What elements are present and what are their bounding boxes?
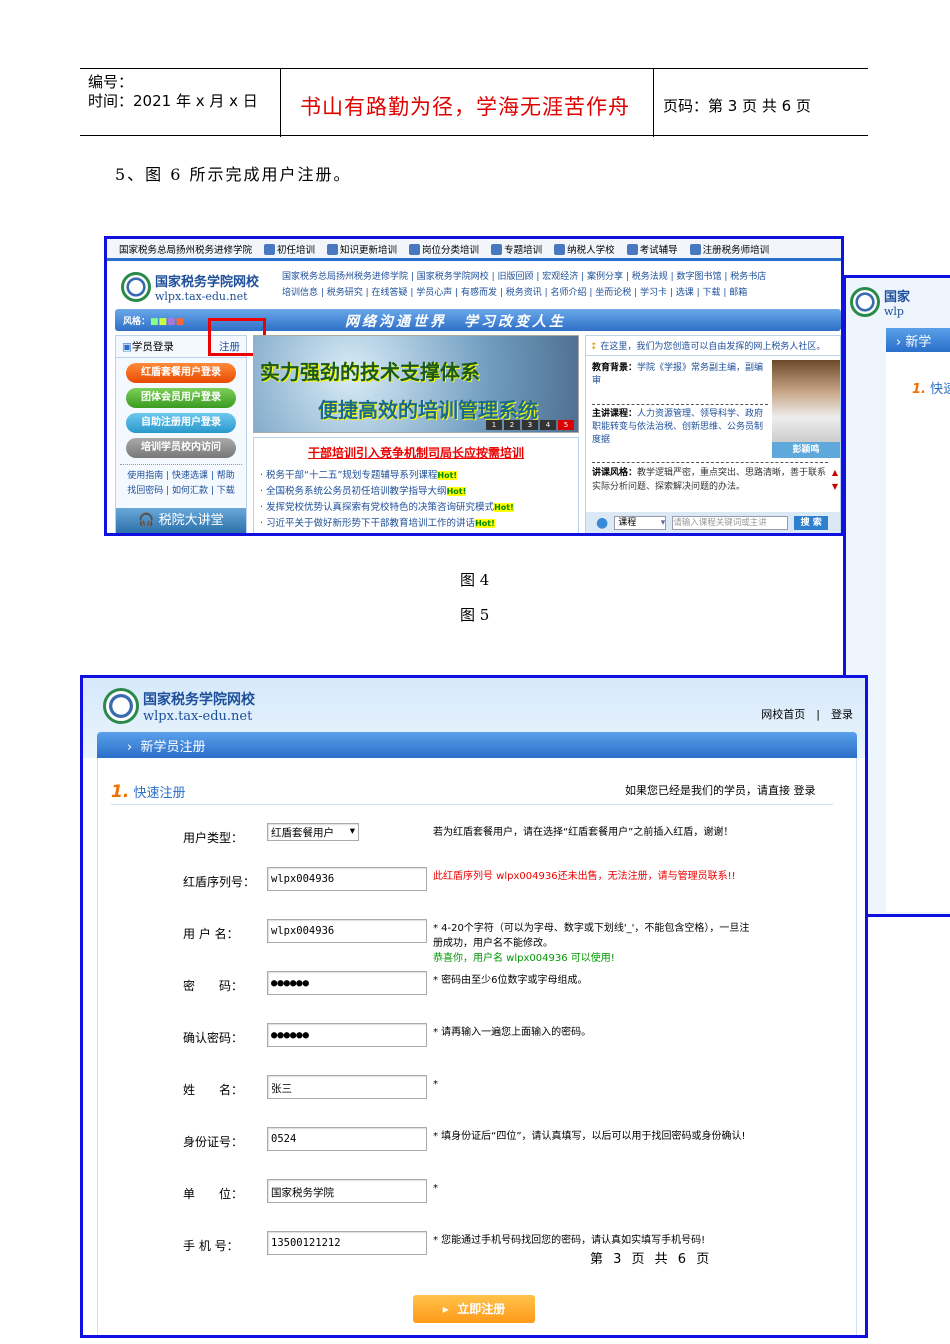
user-icon: ● <box>596 515 609 531</box>
site-links[interactable]: 国家税务总局扬州税务进修学院 | 国家税务学院网校 | 旧版回顾 | 宏观经济 … <box>282 269 766 301</box>
scroll-arrows-icon[interactable]: ▲ ▼ <box>832 466 838 494</box>
nav-item[interactable]: 国家税务总局扬州税务进修学院 <box>119 242 252 256</box>
community-notice: ↕ 在这里，我们为您创造可以自由发挥的网上税务人社区。 <box>586 336 840 356</box>
search-bar: ● 课程 ▾ 请输入课程关键词或主讲 搜 索 <box>586 512 840 533</box>
already-member-text[interactable]: 如果您已经是我们的学员，请直接 登录 <box>625 782 816 798</box>
school-icon <box>554 243 566 255</box>
logo: 国家 wlp <box>850 286 910 318</box>
username-input[interactable]: wlpx004936 <box>267 919 427 943</box>
play-icon: ▸ <box>442 1302 449 1316</box>
seal-icon <box>121 272 151 302</box>
nav-item[interactable]: 岗位分类培训 <box>409 242 479 256</box>
help-links[interactable]: 找回密码 | 如何汇款 | 下载 <box>120 484 242 499</box>
logo-url: wlp <box>884 305 904 318</box>
nav-item[interactable]: 注册税务师培训 <box>689 242 769 256</box>
people-icon <box>409 243 421 255</box>
home-link[interactable]: 网校首页 <box>761 708 805 721</box>
instruction-paragraph: 5、图 6 所示完成用户注册。 <box>115 165 352 184</box>
caption-figure-5: 图 5 <box>460 606 490 624</box>
id-number-input[interactable]: 0524 <box>267 1127 427 1151</box>
chat-icon <box>626 243 638 255</box>
book-icon <box>264 243 276 255</box>
slide-pager: 12345 <box>486 420 574 430</box>
banner-slide[interactable]: 实力强劲的技术支撑体系 便捷高效的培训管理系统 12345 <box>253 335 579 433</box>
divider <box>111 804 833 805</box>
help-links[interactable]: 使用指南 | 快速选课 | 帮助 <box>120 469 242 484</box>
login-panel: ▣学员登录 注册 红盾套餐用户登录 团体会员用户登录 自助注册用户登录 培训学员校… <box>115 335 247 533</box>
figure-6-screenshot: 国家税务学院网校 wlpx.tax-edu.net 网校首页 | 登录 › 新学员… <box>80 675 868 1338</box>
caption-figure-4: 图 4 <box>460 571 490 589</box>
name-input[interactable]: 张三 <box>267 1075 427 1099</box>
nav-item[interactable]: 专题培训 <box>491 242 542 256</box>
seal-icon <box>850 287 880 317</box>
confirm-password-input[interactable]: ●●●●●● <box>267 1023 427 1047</box>
campus-access-button[interactable]: 培训学员校内访问 <box>126 438 236 458</box>
mobile-input[interactable]: 13500121212 <box>267 1231 427 1255</box>
book-icon <box>327 243 339 255</box>
slogan: 网络沟通世界 学习改变人生 <box>345 314 566 330</box>
teacher-name[interactable]: 彭颖鸣 <box>772 442 840 458</box>
quick-register: 1. 快速 <box>912 382 950 397</box>
success-message: 恭喜你，用户名 wlpx004936 可以使用! <box>433 953 615 964</box>
register-bar: › 新学员注册 <box>97 732 857 758</box>
nav-item[interactable]: 纳税人学校 <box>554 242 615 256</box>
page-footer: 第 3 页 共 6 页 <box>590 1252 713 1267</box>
figure-4-screenshot: 国家税务总局扬州税务进修学院 初任培训 知识更新培训 岗位分类培训 专题培训 纳… <box>104 236 844 536</box>
top-nav: 国家税务总局扬州税务进修学院 初任培训 知识更新培训 岗位分类培训 专题培训 纳… <box>107 239 841 261</box>
login-title: ▣学员登录 <box>122 341 174 353</box>
seal-icon <box>103 688 139 724</box>
news-panel: 干部培训引入竞争机制司局长应按需培训 · 税务干部“十二五”规划专题辅导系列课程… <box>253 437 579 533</box>
group-login-button[interactable]: 团体会员用户登录 <box>126 388 236 408</box>
dropdown-arrow-icon: ▾ <box>349 825 355 837</box>
quick-register-heading: 1. 快速注册 <box>111 782 186 802</box>
divider <box>280 69 281 137</box>
time-label: 时间：2021 年 x 月 x 日 <box>88 92 258 110</box>
serial-input[interactable]: wlpx004936 <box>267 867 427 891</box>
headphone-icon: 🎧 <box>138 513 155 528</box>
nav-item[interactable]: 考试辅导 <box>626 242 678 256</box>
number-label: 编号： <box>88 73 134 91</box>
register-now-button[interactable]: ▸ 立即注册 <box>413 1295 535 1323</box>
user-icon <box>689 243 701 255</box>
news-item[interactable]: · 全国税务系统公务员初任培训教学指导大纲Hot! <box>260 484 514 500</box>
motto: 书山有路勤为径，学海无涯苦作舟 <box>300 95 630 119</box>
news-headline[interactable]: 干部培训引入竞争机制司局长应按需培训 <box>254 444 578 461</box>
organization-input[interactable]: 国家税务学院 <box>267 1179 427 1203</box>
search-button[interactable]: 搜 索 <box>794 516 829 530</box>
news-item[interactable]: · 习近平关于做好新形势下干部教育培训工作的讲话Hot! <box>260 516 514 532</box>
nav-item[interactable]: 知识更新培训 <box>327 242 397 256</box>
lecture-banner[interactable]: 🎧 税院大讲堂 <box>116 508 246 533</box>
divider <box>653 69 654 137</box>
top-nav: 网校首页 | 登录 <box>761 708 853 721</box>
chevron-right-icon: › <box>127 740 133 755</box>
news-item[interactable]: · 税务干部“十二五”规划专题辅导系列课程Hot! <box>260 468 514 484</box>
logo[interactable]: 国家税务学院网校 wlpx.tax-edu.net <box>121 271 259 303</box>
search-type-select[interactable]: 课程 ▾ <box>614 516 667 530</box>
doc-icon <box>491 243 503 255</box>
password-input[interactable]: ●●●●●● <box>267 971 427 995</box>
page-header: 编号： 时间：2021 年 x 月 x 日 书山有路勤为径，学海无涯苦作舟 页码：… <box>80 68 868 137</box>
nav-item[interactable]: 初任培训 <box>264 242 315 256</box>
error-message: 此红盾序列号 wlpx004936还未出售，无法注册，请与管理员联系!! <box>433 871 736 882</box>
logo[interactable]: 国家税务学院网校 wlpx.tax-edu.net <box>103 688 255 724</box>
teacher-photo <box>772 360 840 442</box>
teacher-panel: ↕ 在这里，我们为您创造可以自由发挥的网上税务人社区。 教育背景：学院《学报》常… <box>585 335 841 533</box>
register-bar: › 新学 <box>886 328 950 352</box>
page-info: 页码：第 3 页 共 6 页 <box>663 97 811 115</box>
user-type-select[interactable]: 红盾套餐用户 ▾ <box>267 823 359 841</box>
redshield-login-button[interactable]: 红盾套餐用户登录 <box>126 363 236 383</box>
self-register-login-button[interactable]: 自助注册用户登录 <box>126 413 236 433</box>
news-item[interactable]: · 发挥党校优势认真探索有党校特色的决策咨询研究模式Hot! <box>260 500 514 516</box>
search-input[interactable]: 请输入课程关键词或主讲 <box>672 516 789 530</box>
login-link[interactable]: 登录 <box>831 708 853 721</box>
logo-text: 国家 <box>884 290 911 305</box>
